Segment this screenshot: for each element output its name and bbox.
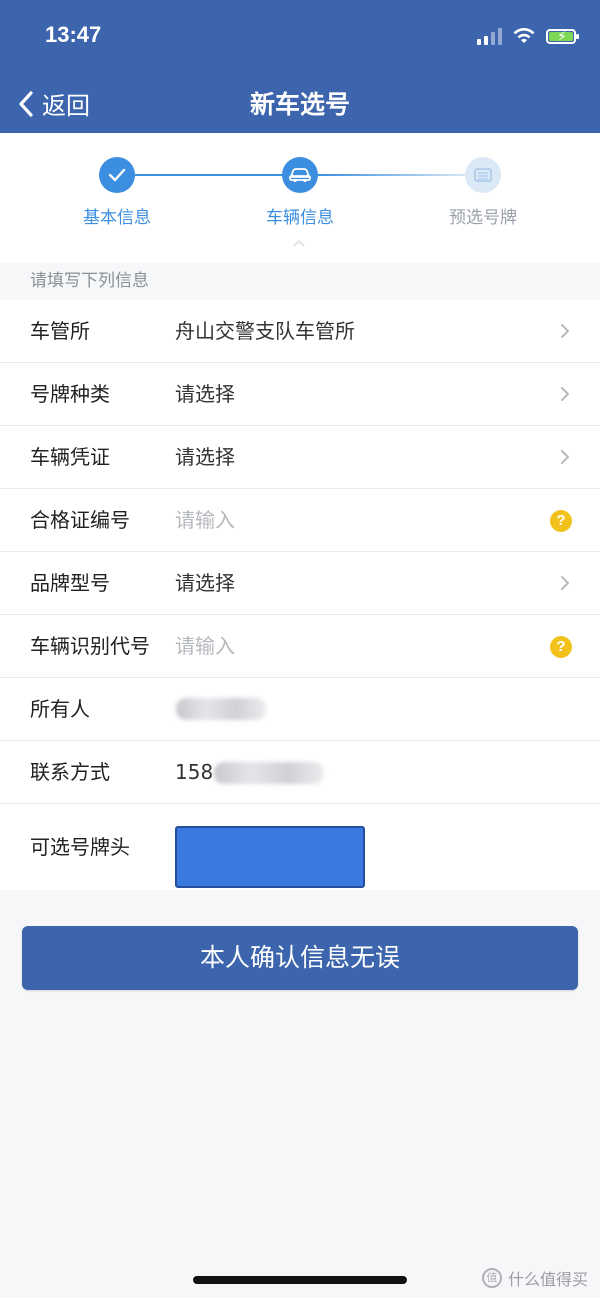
redacted-owner-name [176,698,266,720]
step-progress: 基本信息 车辆信息 预选号牌 [0,133,600,263]
watermark: 值 什么值得买 [481,1266,588,1290]
check-icon [99,157,135,193]
step-label: 预选号牌 [449,208,517,228]
car-icon [282,157,318,193]
page-title: 新车选号 [249,90,350,119]
cert-number-label: 合格证编号 [30,508,130,532]
confirm-info-button[interactable]: 本人确认信息无误 [22,926,578,990]
step-basic-info: 基本信息 [47,157,187,228]
cert-number-row: 合格证编号 请输入 ? [0,489,600,552]
brand-model-row[interactable]: 品牌型号 请选择 [0,552,600,615]
office-row[interactable]: 车管所 舟山交警支队车管所 [0,300,600,363]
plate-prefix-row: 可选号牌头 [0,804,600,890]
help-icon[interactable]: ? [550,510,572,532]
cert-number-input[interactable]: 请输入 [175,489,235,552]
vehicle-info-form: 车管所 舟山交警支队车管所 号牌种类 请选择 车辆凭证 请选择 合格证编号 请输… [0,300,600,890]
plate-prefix-selector[interactable] [175,826,365,888]
step-label: 车辆信息 [266,208,334,228]
vin-input[interactable]: 请输入 [175,615,235,678]
status-time: 13:47 [45,22,102,47]
chevron-right-icon [561,387,569,401]
step-label: 基本信息 [83,208,151,228]
section-hint: 请填写下列信息 [30,271,149,291]
watermark-logo-icon: 值 [481,1268,502,1288]
app-header: 13:47 ⚡ 返回 新车选号 [0,0,600,133]
contact-label: 联系方式 [30,760,110,784]
battery-icon: ⚡ [546,28,579,45]
plate-prefix-label: 可选号牌头 [30,835,130,859]
status-icons: ⚡ [477,24,579,48]
home-indicator [193,1276,407,1284]
wifi-icon [513,28,535,43]
chevron-right-icon [561,324,569,338]
vehicle-cert-row[interactable]: 车辆凭证 请选择 [0,426,600,489]
chevron-right-icon [561,576,569,590]
owner-label: 所有人 [30,697,90,721]
chevron-right-icon [561,450,569,464]
brand-model-value: 请选择 [175,571,235,595]
contact-value: 158 [175,760,214,784]
brand-model-label: 品牌型号 [30,571,110,595]
vehicle-cert-label: 车辆凭证 [30,445,110,469]
watermark-text: 什么值得买 [507,1270,588,1289]
help-icon[interactable]: ? [550,636,572,658]
contact-row: 联系方式 158 [0,741,600,804]
redacted-phone-number [214,762,324,784]
owner-row: 所有人 [0,678,600,741]
plate-type-label: 号牌种类 [30,382,110,406]
caret-up-icon [293,239,305,247]
license-plate-icon [465,157,501,193]
plate-type-row[interactable]: 号牌种类 请选择 [0,363,600,426]
plate-type-value: 请选择 [175,382,235,406]
office-label: 车管所 [30,319,90,343]
cellular-signal-icon [477,27,502,45]
vin-row: 车辆识别代号 请输入 ? [0,615,600,678]
office-value: 舟山交警支队车管所 [175,319,355,343]
vehicle-cert-value: 请选择 [175,445,235,469]
step-plate-select: 预选号牌 [413,157,553,228]
vin-label: 车辆识别代号 [30,634,150,658]
step-vehicle-info: 车辆信息 [230,157,370,228]
